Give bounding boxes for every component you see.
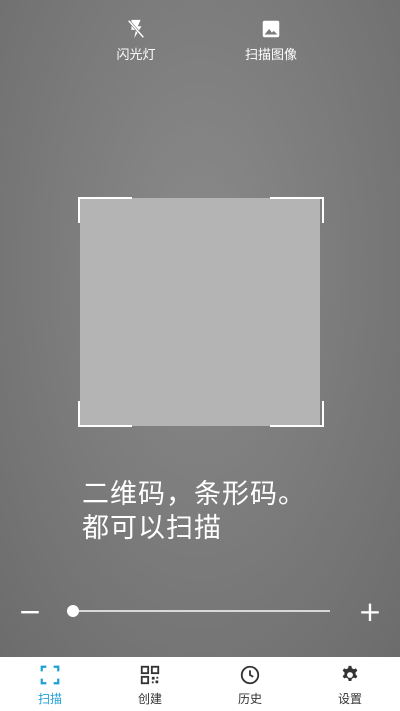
tab-settings[interactable]: 设置 [300,657,400,711]
clock-icon [240,665,260,685]
bottom-tab-bar: 扫描 创建 历史 设置 [0,657,400,711]
scan-corner-bottom-right [270,401,324,427]
zoom-out-button[interactable]: − [16,598,44,626]
flash-off-icon [127,19,145,39]
zoom-in-button[interactable]: + [356,598,384,626]
tab-scan[interactable]: 扫描 [0,657,100,711]
tab-create-label: 创建 [137,692,162,706]
flash-label: 闪光灯 [116,48,156,63]
tab-history[interactable]: 历史 [200,657,300,711]
tab-scan-label: 扫描 [37,692,62,706]
tab-history-label: 历史 [237,692,262,706]
flash-button[interactable]: 闪光灯 [96,18,176,63]
gear-icon [342,665,358,681]
scan-area [80,198,320,426]
tab-settings-label: 设置 [337,692,362,706]
scan-corner-bottom-left [78,401,132,427]
scan-image-label: 扫描图像 [244,48,297,63]
scan-hint: 二维码，条形码。 都可以扫描 [82,478,306,546]
scan-image-button[interactable]: 扫描图像 [231,18,311,63]
scan-corner-top-left [78,197,132,223]
scan-hint-line2: 都可以扫描 [82,513,222,544]
scan-corner-top-right [270,197,324,223]
qr-code-icon [140,665,160,685]
scan-icon [40,665,60,685]
image-icon [262,20,280,38]
zoom-slider-track[interactable] [68,610,330,612]
scan-hint-line1: 二维码，条形码。 [82,479,306,510]
tab-create[interactable]: 创建 [100,657,200,711]
